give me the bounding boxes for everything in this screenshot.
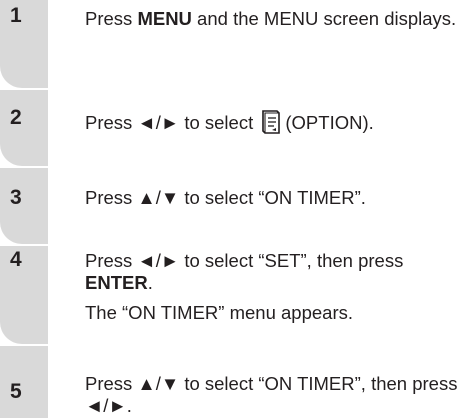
step-text: Press ◄/► to select “SET”, then press EN… xyxy=(85,250,470,324)
step-number: 4 xyxy=(10,248,22,271)
instruction-steps: 1 Press MENU and the MENU screen display… xyxy=(0,0,474,418)
step-text: Press MENU and the MENU screen displays. xyxy=(85,8,470,30)
step-number-tab: 4 xyxy=(0,246,48,344)
step-number-tab: 1 xyxy=(0,0,48,88)
enter-key-label: ENTER xyxy=(85,272,148,293)
step-number-tab: 2 xyxy=(0,90,48,166)
step-instruction: Press ◄/► to select “SET”, then press EN… xyxy=(85,250,470,294)
step-instruction: Press ◄/► to select (OPTION). xyxy=(85,109,470,135)
step-text-part: Press xyxy=(85,8,138,29)
step-instruction: Press MENU and the MENU screen displays. xyxy=(85,8,470,30)
step-number-tab: 5 xyxy=(0,346,48,418)
step-text-part: (OPTION). xyxy=(285,112,374,133)
option-menu-icon xyxy=(260,109,282,135)
step-text-part: Press ◄/► to select xyxy=(85,112,259,133)
step-number: 3 xyxy=(10,186,22,209)
step-number: 2 xyxy=(10,106,22,129)
step-text: Press ▲/▼ to select “ON TIMER”. xyxy=(85,187,470,209)
step-text-part: Press ◄/► to select “SET”, then press xyxy=(85,250,404,271)
step-text-part: and the MENU screen displays. xyxy=(191,8,457,29)
step-text: Press ◄/► to select (OPTION). xyxy=(85,109,470,135)
step-text: Press ▲/▼ to select “ON TIMER”, then pre… xyxy=(85,373,470,417)
step-result: The “ON TIMER” menu appears. xyxy=(85,302,353,323)
step-number: 1 xyxy=(10,4,22,27)
step-number: 5 xyxy=(10,380,22,403)
menu-key-label: MENU xyxy=(137,8,192,29)
step-instruction: Press ▲/▼ to select “ON TIMER”, then pre… xyxy=(85,373,458,416)
step-text-part: . xyxy=(147,272,153,293)
step-number-tab: 3 xyxy=(0,168,48,244)
step-instruction: Press ▲/▼ to select “ON TIMER”. xyxy=(85,187,366,208)
